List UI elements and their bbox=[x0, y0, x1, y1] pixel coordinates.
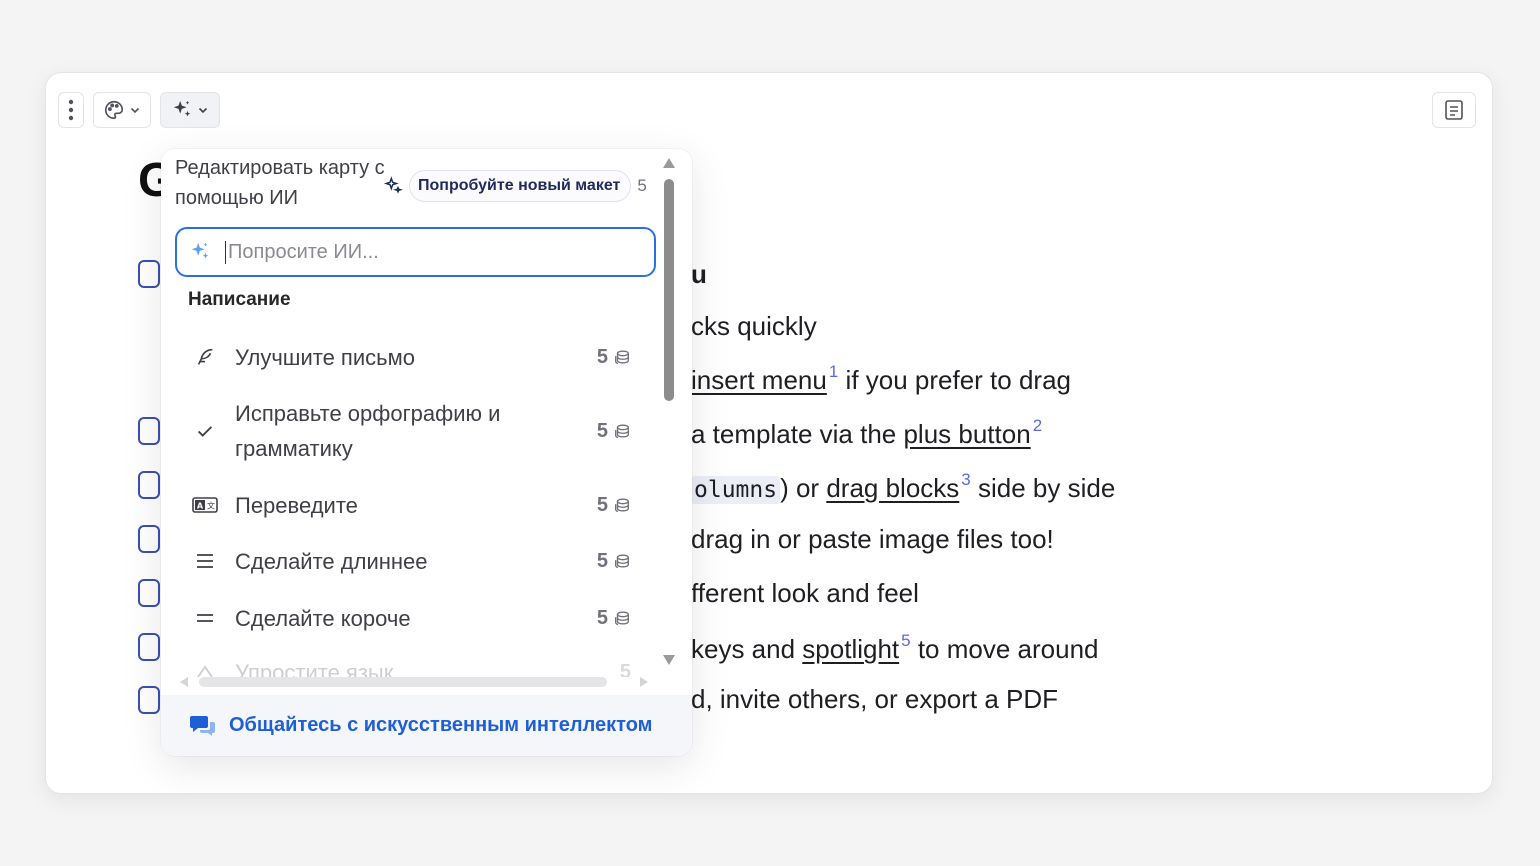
doc-text: if you prefer to drag bbox=[838, 365, 1071, 395]
svg-text:A: A bbox=[197, 502, 204, 511]
task-checkbox[interactable] bbox=[138, 471, 160, 499]
footnote-ref[interactable]: 1 bbox=[829, 362, 838, 381]
horizontal-scrollbar[interactable] bbox=[175, 673, 655, 691]
horizontal-scroll-thumb[interactable] bbox=[199, 677, 607, 687]
coins-icon bbox=[615, 350, 629, 365]
sparkles-icon bbox=[383, 176, 403, 194]
cost-value: 5 bbox=[596, 345, 608, 368]
theme-button[interactable] bbox=[93, 92, 151, 128]
ai-edit-popover: Редактировать карту с помощью ИИ Попробу… bbox=[161, 149, 692, 756]
scroll-right-arrow-icon[interactable] bbox=[639, 676, 649, 688]
footnote-ref[interactable]: 3 bbox=[961, 470, 970, 489]
lines-two-icon bbox=[189, 609, 221, 627]
menu-item-label: Улучшите письмо bbox=[235, 344, 415, 370]
doc-line: fferent look and feel bbox=[691, 578, 919, 608]
coins-icon bbox=[615, 424, 629, 439]
menu-item-label: Исправьте орфографию и грамматику bbox=[235, 401, 501, 461]
coins-icon bbox=[615, 498, 629, 513]
try-new-layout-button[interactable]: Попробуйте новый макет 5 bbox=[383, 169, 647, 203]
doc-line: drag in or paste image files too! bbox=[691, 524, 1054, 554]
credit-cost: 5 bbox=[597, 544, 631, 579]
chat-bubbles-icon bbox=[190, 715, 215, 736]
palette-icon bbox=[105, 100, 124, 120]
task-checkbox[interactable] bbox=[138, 525, 160, 553]
cost-value: 5 bbox=[596, 606, 608, 629]
cost-value: 5 bbox=[596, 493, 608, 516]
menu-item-label: Сделайте длиннее bbox=[235, 548, 428, 574]
translate-icon: A文 bbox=[189, 495, 221, 515]
check-icon bbox=[189, 420, 221, 442]
svg-text:文: 文 bbox=[207, 501, 215, 511]
scroll-left-arrow-icon[interactable] bbox=[179, 676, 189, 688]
plus-button-link[interactable]: plus button bbox=[903, 419, 1030, 449]
ask-ai-input[interactable] bbox=[225, 240, 625, 264]
credit-cost: 5 bbox=[597, 414, 631, 449]
vertical-scroll-thumb[interactable] bbox=[664, 179, 674, 401]
doc-text: ) or bbox=[780, 473, 827, 503]
scroll-up-arrow-icon[interactable] bbox=[662, 157, 676, 169]
doc-line: olumns) or drag blocks 3 side by side bbox=[691, 470, 1115, 504]
ai-popover-title: Редактировать карту с помощью ИИ bbox=[175, 157, 385, 209]
doc-line: cks quickly bbox=[691, 311, 817, 341]
more-vertical-icon bbox=[68, 99, 74, 121]
coins-icon bbox=[615, 611, 629, 626]
doc-line: d, invite others, or export a PDF bbox=[691, 684, 1059, 714]
sparkles-icon bbox=[191, 242, 209, 259]
ask-ai-box[interactable] bbox=[175, 227, 656, 277]
doc-line: keys and spotlight 5 to move around bbox=[691, 631, 1099, 665]
cost-value: 5 bbox=[596, 419, 608, 442]
footnote-ref[interactable]: 5 bbox=[901, 631, 910, 650]
footnote-ref[interactable]: 2 bbox=[1033, 416, 1042, 435]
task-checkbox[interactable] bbox=[138, 686, 160, 714]
doc-line: insert menu 1 if you prefer to drag bbox=[691, 362, 1071, 396]
more-options-button[interactable] bbox=[58, 92, 84, 128]
feather-icon bbox=[189, 346, 221, 368]
ai-menu-item-make-shorter[interactable]: Сделайте короче 5 bbox=[189, 600, 641, 636]
section-heading: u bbox=[691, 259, 707, 289]
inline-code: olumns bbox=[691, 476, 781, 504]
ai-menu-scroll-area[interactable]: Редактировать карту с помощью ИИ Попробу… bbox=[161, 149, 661, 677]
chat-with-ai-button[interactable]: Общайтесь с искусственным интеллектом bbox=[161, 695, 692, 756]
doc-text: a template via the bbox=[691, 419, 904, 449]
spotlight-link[interactable]: spotlight bbox=[802, 634, 899, 664]
chevron-down-icon bbox=[130, 107, 140, 114]
menu-item-label: Сделайте короче bbox=[235, 605, 411, 631]
ai-menu-item-make-longer[interactable]: Сделайте длиннее 5 bbox=[189, 543, 641, 579]
doc-text: keys and bbox=[691, 634, 803, 664]
writing-section-label: Написание bbox=[188, 289, 291, 310]
drag-blocks-link[interactable]: drag blocks bbox=[826, 473, 959, 503]
document-outline-button[interactable] bbox=[1432, 92, 1476, 128]
sparkles-icon bbox=[173, 100, 191, 117]
ai-button[interactable] bbox=[160, 92, 220, 128]
try-layout-label: Попробуйте новый макет bbox=[418, 177, 621, 194]
menu-item-label: Переведите bbox=[235, 492, 358, 518]
ai-menu-item-improve-writing[interactable]: Улучшите письмо 5 bbox=[189, 339, 641, 375]
chevron-down-icon bbox=[198, 107, 208, 114]
doc-text: side by side bbox=[970, 473, 1116, 503]
document-icon bbox=[1445, 100, 1463, 120]
try-layout-cost: 5 bbox=[637, 176, 647, 195]
vertical-scrollbar[interactable] bbox=[661, 157, 677, 677]
credit-cost: 5 bbox=[597, 601, 631, 636]
editor-card: G u cks quickly insert menu 1 if you pref… bbox=[45, 72, 1493, 794]
credit-cost: 5 bbox=[597, 488, 631, 523]
chat-with-ai-label: Общайтесь с искусственным интеллектом bbox=[229, 714, 653, 736]
task-checkbox[interactable] bbox=[138, 579, 160, 607]
ai-menu-item-fix-spelling[interactable]: Исправьте орфографию и грамматику 5 bbox=[189, 395, 641, 467]
cost-value: 5 bbox=[596, 549, 608, 572]
task-checkbox[interactable] bbox=[138, 417, 160, 445]
try-layout-pill[interactable]: Попробуйте новый макет bbox=[409, 170, 632, 202]
task-checkbox[interactable] bbox=[138, 633, 160, 661]
lines-three-icon bbox=[189, 552, 221, 570]
doc-line: a template via the plus button 2 bbox=[691, 416, 1042, 450]
scroll-down-arrow-icon[interactable] bbox=[662, 654, 676, 666]
doc-text: to move around bbox=[910, 634, 1099, 664]
task-checkbox[interactable] bbox=[138, 260, 160, 288]
credit-cost: 5 bbox=[597, 340, 631, 375]
coins-icon bbox=[615, 554, 629, 569]
insert-menu-link[interactable]: insert menu bbox=[691, 365, 827, 395]
ai-menu-item-translate[interactable]: A文 Переведите 5 bbox=[189, 487, 641, 523]
